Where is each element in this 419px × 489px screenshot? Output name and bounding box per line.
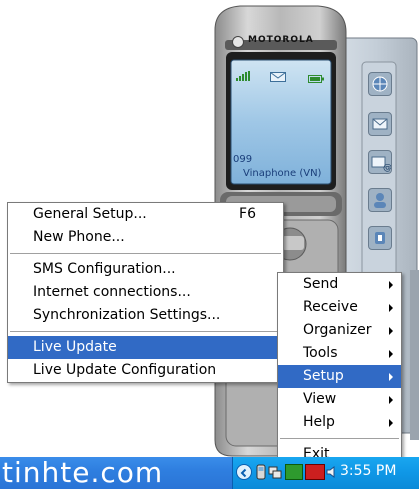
watermark-text: tinhte.com — [2, 456, 164, 489]
menu-item-label: Live Update — [33, 339, 117, 355]
submenu-arrow-icon — [389, 419, 393, 427]
menu-separator — [10, 253, 281, 254]
menu-item-help[interactable]: Help — [278, 411, 401, 434]
message-envelope-icon — [270, 67, 286, 82]
menu-item-view[interactable]: View — [278, 388, 401, 411]
motorola-emblem-icon — [232, 36, 244, 48]
taskbar-clock[interactable]: 3:55 PM — [340, 463, 396, 479]
contacts-icon[interactable] — [368, 188, 392, 212]
menu-item-label: View — [303, 391, 337, 407]
menu-item-label: SMS Configuration... — [33, 261, 176, 277]
menu-item-label: Live Update Configuration — [33, 362, 217, 378]
menu-item-tools[interactable]: Tools — [278, 342, 401, 365]
menu-item-label: Tools — [303, 345, 338, 361]
menu-separator — [280, 438, 399, 439]
language-tray-icon[interactable] — [285, 464, 303, 480]
shortcut-label: F6 — [239, 206, 256, 222]
menu-item-label: Setup — [303, 368, 344, 384]
tray-context-menu: Send Receive Organizer Tools Setup View … — [277, 272, 402, 467]
info-icon[interactable] — [368, 226, 392, 250]
submenu-arrow-icon — [389, 396, 393, 404]
signal-strength-icon — [236, 66, 254, 81]
menu-item-label: General Setup... — [33, 206, 147, 222]
submenu-arrow-icon — [389, 373, 393, 381]
menu-item-sms-configuration[interactable]: SMS Configuration... — [8, 258, 283, 281]
phone-screen-number: 099 — [233, 154, 253, 165]
menu-item-setup[interactable]: Setup — [278, 365, 401, 388]
volume-tray-icon[interactable] — [326, 464, 336, 478]
phone-tray-icon[interactable] — [256, 464, 266, 480]
phone-carrier-label: Vinaphone (VN) — [243, 168, 322, 179]
setup-submenu: General Setup... F6 New Phone... SMS Con… — [7, 202, 284, 383]
submenu-arrow-icon — [389, 304, 393, 312]
network-tray-icon[interactable] — [268, 464, 282, 479]
antivirus-tray-icon[interactable] — [305, 464, 325, 480]
menu-item-live-update[interactable]: Live Update — [8, 336, 283, 359]
messages-icon[interactable] — [368, 112, 392, 136]
motorola-logo: MOTOROLA — [232, 35, 314, 48]
internet-globe-icon[interactable] — [368, 72, 392, 96]
menu-item-live-update-configuration[interactable]: Live Update Configuration — [8, 359, 283, 382]
phone-brand-label: MOTOROLA — [248, 35, 314, 45]
submenu-arrow-icon — [389, 350, 393, 358]
menu-item-label: Help — [303, 414, 335, 430]
menu-item-organizer[interactable]: Organizer — [278, 319, 401, 342]
menu-item-synchronization-settings[interactable]: Synchronization Settings... — [8, 304, 283, 327]
menu-item-new-phone[interactable]: New Phone... — [8, 226, 283, 249]
menu-item-label: New Phone... — [33, 229, 125, 245]
submenu-arrow-icon — [389, 327, 393, 335]
email-icon[interactable]: @ — [368, 150, 392, 174]
menu-item-general-setup[interactable]: General Setup... F6 — [8, 203, 283, 226]
menu-item-send[interactable]: Send — [278, 273, 401, 296]
battery-icon — [308, 68, 324, 83]
menu-item-label: Receive — [303, 299, 358, 315]
show-hidden-icons-chevron-icon[interactable] — [236, 464, 252, 480]
menu-item-label: Send — [303, 276, 339, 292]
menu-separator — [10, 331, 281, 332]
submenu-arrow-icon — [389, 281, 393, 289]
menu-item-label: Organizer — [303, 322, 372, 338]
menu-item-receive[interactable]: Receive — [278, 296, 401, 319]
menu-item-label: Synchronization Settings... — [33, 307, 221, 323]
svg-text:@: @ — [383, 163, 391, 173]
menu-item-internet-connections[interactable]: Internet connections... — [8, 281, 283, 304]
menu-item-label: Internet connections... — [33, 284, 191, 300]
